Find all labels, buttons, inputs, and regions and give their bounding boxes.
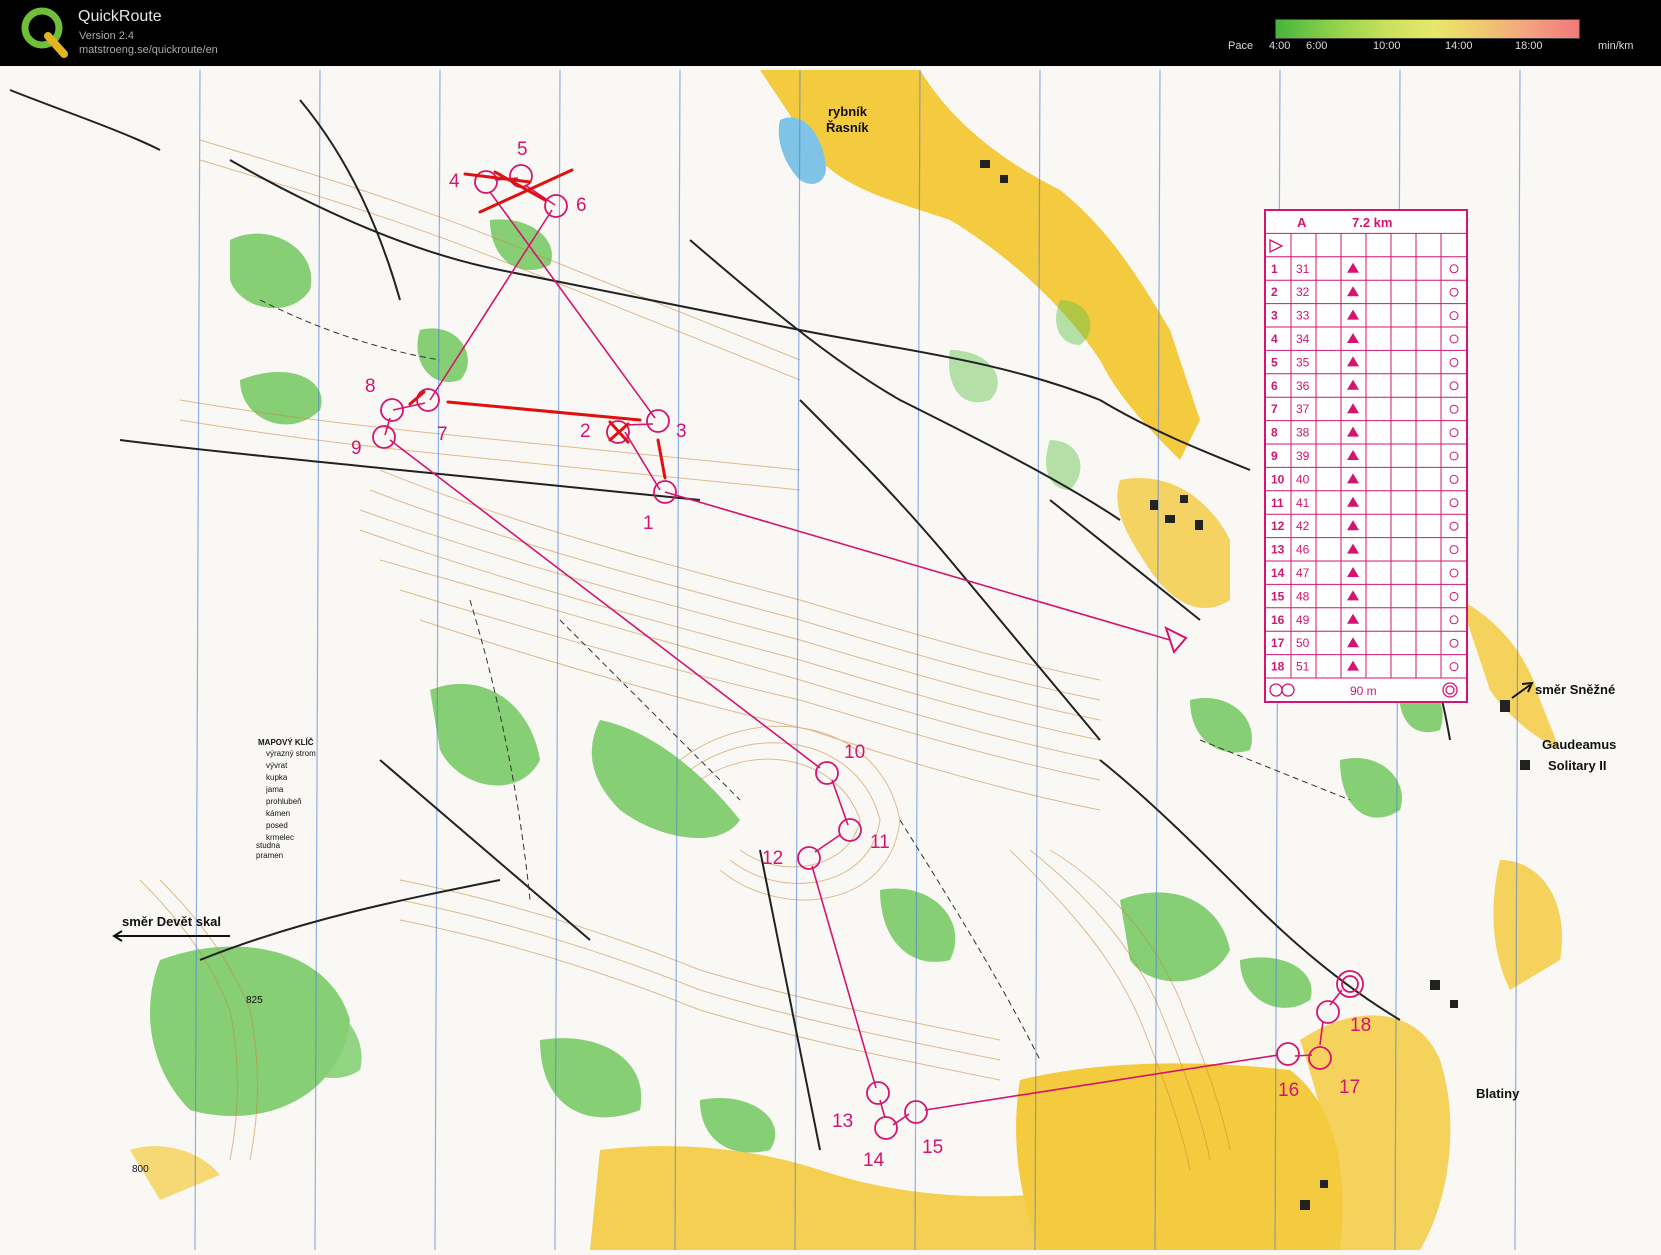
direction-snezne-label: směr Sněžné (1535, 682, 1615, 697)
card-control-code: 50 (1296, 636, 1310, 650)
pace-unit: min/km (1598, 40, 1634, 52)
lake-name-1: rybník (828, 104, 868, 119)
card-control-number: 18 (1271, 660, 1285, 674)
legend-item: pramen (256, 851, 283, 860)
legend-item: vývrat (266, 761, 288, 770)
card-control-number: 13 (1271, 543, 1285, 557)
control-label-4: 4 (449, 171, 460, 192)
app-url: matstroeng.se/quickroute/en (79, 44, 218, 56)
control-label-7: 7 (437, 424, 448, 445)
card-course-name: A (1297, 215, 1307, 230)
card-control-number: 16 (1271, 613, 1285, 627)
pace-tick: 4:00 (1269, 40, 1291, 52)
card-control-code: 37 (1296, 402, 1310, 416)
control-label-15: 15 (922, 1137, 943, 1158)
card-control-number: 10 (1271, 472, 1285, 486)
card-control-number: 11 (1271, 496, 1284, 510)
card-control-code: 51 (1296, 660, 1310, 674)
card-control-code: 31 (1296, 262, 1310, 276)
legend-item: výrazný strom (266, 749, 316, 758)
quickroute-logo-icon (21, 7, 68, 58)
card-control-number: 9 (1271, 449, 1278, 463)
direction-devet-label: směr Devět skal (122, 914, 221, 929)
control-label-10: 10 (844, 742, 865, 763)
card-control-code: 32 (1296, 285, 1310, 299)
pace-tick: 10:00 (1373, 40, 1401, 52)
gaudeamus-label: Gaudeamus (1542, 737, 1616, 752)
app-header: QuickRoute Version 2.4 matstroeng.se/qui… (0, 0, 1661, 66)
control-label-11: 11 (870, 832, 890, 853)
control-label-13: 13 (832, 1111, 853, 1132)
blatiny-label: Blatiny (1476, 1086, 1520, 1101)
card-control-code: 42 (1296, 519, 1310, 533)
card-control-code: 39 (1296, 449, 1310, 463)
card-control-code: 49 (1296, 613, 1310, 627)
legend-item: studna (256, 841, 281, 850)
legend-item: kupka (266, 773, 288, 782)
pace-label: Pace (1228, 40, 1254, 52)
card-control-code: 35 (1296, 355, 1310, 369)
pace-tick: 14:00 (1445, 40, 1473, 52)
control-description-card: A 7.2 km 90 m 1 312 323 334 345 356 367 378 389 3… (1264, 209, 1468, 703)
lake-name-2: Řasník (826, 120, 869, 135)
control-label-18: 18 (1350, 1015, 1371, 1036)
control-label-1: 1 (643, 513, 654, 534)
card-control-code: 36 (1296, 379, 1310, 393)
height-825: 825 (246, 995, 263, 1006)
control-label-17: 17 (1339, 1077, 1360, 1098)
card-control-code: 33 (1296, 309, 1310, 323)
legend-title: MAPOVÝ KLÍČ (258, 738, 314, 747)
control-label-8: 8 (365, 376, 376, 397)
solitary-label: Solitary II (1548, 758, 1607, 773)
card-control-number: 4 (1271, 332, 1278, 346)
control-label-14: 14 (863, 1150, 885, 1171)
control-label-6: 6 (576, 195, 587, 216)
card-control-code: 47 (1296, 566, 1310, 580)
card-control-number: 15 (1271, 589, 1285, 603)
pace-color-scale (1275, 19, 1580, 39)
app-version: Version 2.4 (79, 30, 135, 42)
card-control-number: 12 (1271, 519, 1285, 533)
pace-tick: 18:00 (1515, 40, 1543, 52)
card-control-number: 17 (1271, 636, 1285, 650)
card-control-number: 1 (1271, 262, 1278, 276)
card-control-number: 3 (1271, 309, 1278, 323)
card-finish-distance: 90 m (1350, 684, 1377, 698)
card-control-code: 41 (1296, 496, 1310, 510)
legend-item: jama (265, 785, 284, 794)
control-label-2: 2 (580, 421, 591, 442)
control-label-9: 9 (351, 438, 362, 459)
card-control-code: 46 (1296, 543, 1310, 557)
card-control-number: 14 (1271, 566, 1285, 580)
card-control-number: 6 (1271, 379, 1278, 393)
app-title: QuickRoute (78, 8, 162, 25)
card-control-code: 40 (1296, 472, 1310, 486)
height-800: 800 (132, 1164, 149, 1175)
card-control-number: 8 (1271, 426, 1278, 440)
legend-item: kámen (266, 809, 290, 818)
card-control-number: 2 (1271, 285, 1278, 299)
pace-tick: 6:00 (1306, 40, 1328, 52)
legend-item: posed (266, 821, 288, 830)
card-course-length: 7.2 km (1352, 215, 1392, 230)
orienteering-map[interactable]: 1 2 3 4 5 6 7 8 9 10 11 12 13 14 15 16 1… (0, 66, 1661, 1255)
card-control-number: 7 (1271, 402, 1278, 416)
control-label-16: 16 (1278, 1080, 1299, 1101)
card-control-number: 5 (1271, 355, 1278, 369)
control-label-5: 5 (517, 139, 528, 160)
control-label-3: 3 (676, 421, 687, 442)
control-label-12: 12 (762, 848, 783, 869)
card-control-code: 34 (1296, 332, 1310, 346)
legend-item: prohlubeň (266, 797, 302, 806)
card-control-code: 48 (1296, 589, 1310, 603)
card-control-code: 38 (1296, 426, 1310, 440)
